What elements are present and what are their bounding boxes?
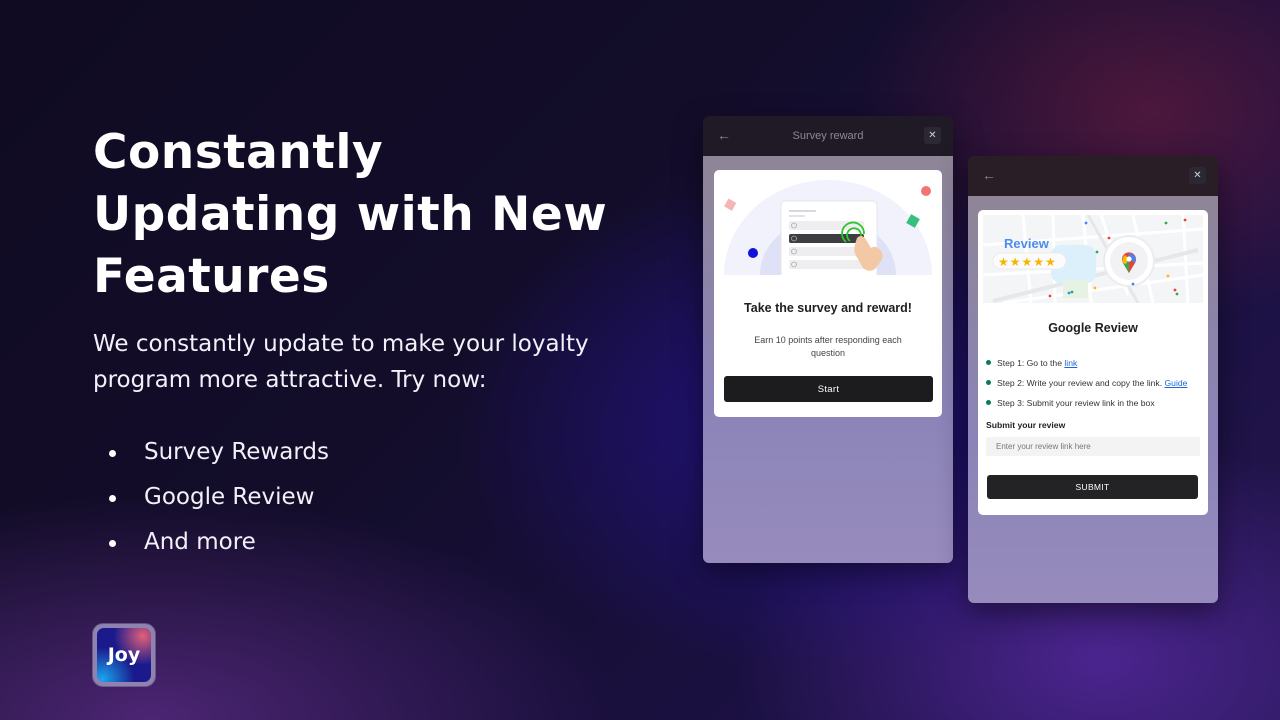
map-illustration: Review ★★★★★ bbox=[983, 215, 1203, 303]
hero-section: Constantly Updating with New Features We… bbox=[93, 122, 633, 565]
step-text: Step 1: Go to the bbox=[997, 358, 1065, 368]
confetti-pink bbox=[724, 198, 737, 211]
map-marker bbox=[1166, 274, 1170, 278]
step-text: Step 2: Write your review and copy the l… bbox=[997, 378, 1165, 388]
map-marker bbox=[1095, 250, 1099, 254]
confetti-blue bbox=[748, 248, 758, 258]
map-marker bbox=[1067, 291, 1071, 295]
map-marker bbox=[1048, 294, 1052, 298]
headline-line-3: Features bbox=[93, 249, 330, 304]
map-marker bbox=[1173, 288, 1177, 292]
step-item: Step 1: Go to the link bbox=[986, 353, 1204, 373]
step-bullet-icon bbox=[986, 380, 991, 385]
form-option bbox=[789, 247, 864, 256]
feature-list: Survey Rewards Google Review And more bbox=[93, 430, 633, 565]
pin-center bbox=[1126, 256, 1132, 262]
step-bullet-icon bbox=[986, 360, 991, 365]
map-marker bbox=[1175, 292, 1179, 296]
feature-item: Google Review bbox=[93, 475, 633, 520]
form-option-selected bbox=[789, 234, 864, 243]
map-marker bbox=[1070, 290, 1074, 294]
feature-item: Survey Rewards bbox=[93, 430, 633, 475]
feature-label: Survey Rewards bbox=[144, 439, 329, 465]
panel-header: ← Survey reward ✕ bbox=[703, 116, 953, 156]
feature-label: And more bbox=[144, 529, 256, 555]
map-marker bbox=[1131, 282, 1135, 286]
step-item: Step 3: Submit your review link in the b… bbox=[986, 393, 1204, 413]
form-option bbox=[789, 260, 864, 269]
headline-line-1: Constantly bbox=[93, 125, 384, 180]
review-link-input[interactable] bbox=[986, 437, 1200, 456]
map-park bbox=[1063, 280, 1088, 298]
map-marker bbox=[1084, 221, 1088, 225]
arrow-left-icon[interactable]: ← bbox=[717, 127, 731, 143]
headline-line-2: Updating with New bbox=[93, 187, 608, 242]
hero-subtext: We constantly update to make your loyalt… bbox=[93, 331, 589, 393]
headline: Constantly Updating with New Features bbox=[93, 122, 633, 308]
form-line bbox=[789, 210, 816, 212]
submit-review-label: Submit your review bbox=[986, 420, 1066, 430]
panel-body: Take the survey and reward! Earn 10 poin… bbox=[703, 156, 953, 563]
steps-list: Step 1: Go to the link Step 2: Write you… bbox=[986, 353, 1204, 413]
survey-card-description: Earn 10 points after responding each que… bbox=[754, 335, 902, 358]
close-icon[interactable]: ✕ bbox=[1189, 167, 1206, 184]
survey-card-title: Take the survey and reward! bbox=[744, 301, 912, 315]
guide-link[interactable]: Guide bbox=[1165, 378, 1188, 388]
joy-logo-icon: Joy bbox=[97, 628, 151, 682]
map-badge-text: Review bbox=[1004, 236, 1050, 251]
feature-item: And more bbox=[93, 520, 633, 565]
google-review-card: Review ★★★★★ Google Review Step 1: Go to… bbox=[978, 210, 1208, 515]
logo-text: Joy bbox=[107, 644, 141, 666]
bullet-icon bbox=[109, 495, 116, 502]
bullet-icon bbox=[109, 450, 116, 457]
close-icon[interactable]: ✕ bbox=[924, 127, 941, 144]
map-marker bbox=[1107, 236, 1111, 240]
form-line bbox=[789, 215, 805, 217]
bullet-icon bbox=[109, 540, 116, 547]
survey-illustration bbox=[724, 180, 932, 275]
map-marker bbox=[1164, 221, 1168, 225]
step-text: Step 3: Submit your review link in the b… bbox=[997, 398, 1155, 408]
joy-logo: Joy bbox=[93, 624, 155, 686]
map-marker bbox=[1183, 218, 1187, 222]
panel-header: ← ✕ bbox=[968, 156, 1218, 196]
panel-title: Survey reward bbox=[792, 130, 864, 142]
start-button[interactable]: Start bbox=[724, 376, 933, 402]
star-rating: ★★★★★ bbox=[998, 255, 1057, 269]
panel-body: Review ★★★★★ Google Review Step 1: Go to… bbox=[968, 196, 1218, 603]
google-review-link[interactable]: link bbox=[1064, 358, 1077, 368]
map-marker bbox=[1093, 286, 1097, 290]
google-review-panel: ← ✕ Review ★★★★★ Google Review Step 1: G… bbox=[968, 156, 1218, 603]
survey-card: Take the survey and reward! Earn 10 poin… bbox=[714, 170, 942, 417]
step-bullet-icon bbox=[986, 400, 991, 405]
feature-label: Google Review bbox=[144, 484, 315, 510]
confetti-red bbox=[921, 186, 931, 196]
step-item: Step 2: Write your review and copy the l… bbox=[986, 373, 1204, 393]
google-review-title: Google Review bbox=[1048, 321, 1138, 335]
survey-reward-panel: ← Survey reward ✕ Take the survey and re… bbox=[703, 116, 953, 563]
submit-button[interactable]: SUBMIT bbox=[987, 475, 1198, 499]
arrow-left-icon[interactable]: ← bbox=[982, 167, 996, 183]
